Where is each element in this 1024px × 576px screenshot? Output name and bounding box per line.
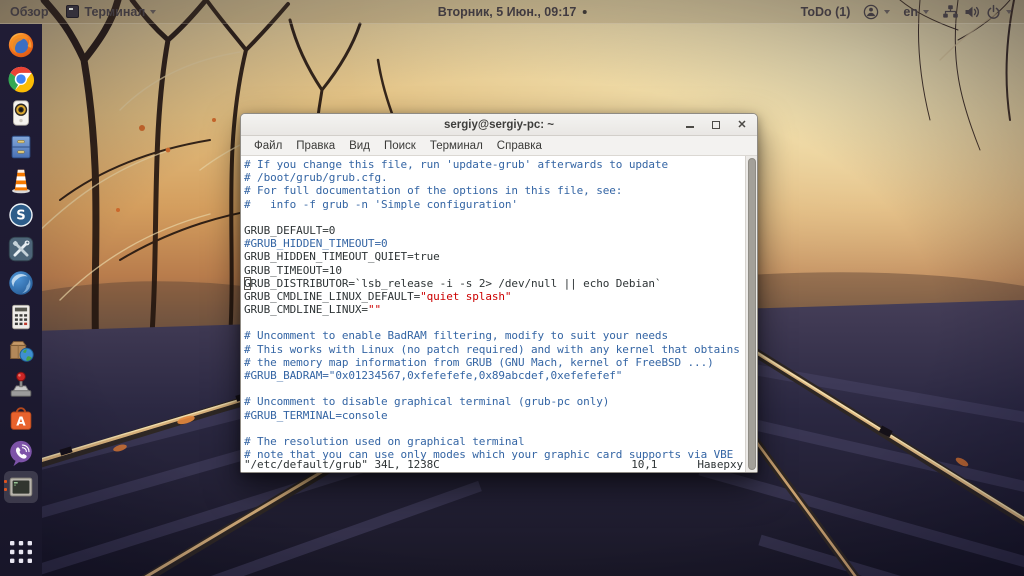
- terminal-line: [244, 316, 745, 329]
- system-menu[interactable]: [942, 4, 1012, 20]
- power-icon: [986, 4, 1001, 20]
- skype-icon[interactable]: S: [4, 199, 38, 231]
- volume-icon: [964, 4, 981, 20]
- software-center-icon[interactable]: A: [4, 403, 38, 435]
- music-player-icon[interactable]: [4, 97, 38, 129]
- terminal-line: #GRUB_HIDDEN_TIMEOUT=0: [244, 237, 745, 250]
- vlc-icon[interactable]: [4, 165, 38, 197]
- terminal-line: GRUB_HIDDEN_TIMEOUT_QUIET=true: [244, 250, 745, 263]
- window-title: sergiy@sergiy-pc: ~: [241, 119, 757, 131]
- terminal-line: #GRUB_BADRAM="0x01234567,0xfefefefe,0x89…: [244, 369, 745, 382]
- terminal-line: # If you change this file, run 'update-g…: [244, 158, 745, 171]
- maximize-button[interactable]: [711, 120, 721, 130]
- window-titlebar[interactable]: sergiy@sergiy-pc: ~ ✕: [241, 114, 757, 136]
- overview-label: Обзор: [10, 5, 48, 19]
- terminal-line: # The resolution used on graphical termi…: [244, 435, 745, 448]
- todo-indicator[interactable]: ToDo (1): [801, 5, 851, 19]
- terminal-line: GRUB_DISTRIBUTOR=`lsb_release -i -s 2> /…: [244, 277, 745, 290]
- terminal-menubar: ФайлПравкаВидПоискТерминалСправка: [241, 136, 757, 156]
- package-manager-icon[interactable]: [4, 335, 38, 367]
- todo-label: ToDo (1): [801, 5, 851, 19]
- terminal-line: # info -f grub -n 'Simple configuration': [244, 198, 745, 211]
- desktop: Обзор Терминал Вторник, 5 Июн., 09:17 To…: [0, 0, 1024, 576]
- vim-file-info: "/etc/default/grub" 34L, 1238C: [244, 458, 440, 471]
- terminal-line: [244, 211, 745, 224]
- app-menu-label: Терминал: [84, 5, 145, 19]
- menu-item-Поиск[interactable]: Поиск: [377, 138, 423, 154]
- svg-text:S: S: [16, 209, 25, 224]
- terminal-line: # Uncomment to disable graphical termina…: [244, 395, 745, 408]
- terminal-text: # If you change this file, run 'update-g…: [241, 156, 745, 472]
- dock: SA: [0, 24, 42, 576]
- chevron-down-icon: [150, 10, 156, 14]
- vim-status-line: "/etc/default/grub" 34L, 1238C 10,1 Наве…: [244, 458, 743, 471]
- user-icon: [863, 4, 879, 20]
- clock-menu[interactable]: Вторник, 5 Июн., 09:17: [438, 0, 587, 24]
- terminal-icon[interactable]: [4, 471, 38, 503]
- close-button[interactable]: ✕: [737, 120, 747, 130]
- terminal-app-icon: [66, 5, 79, 18]
- running-indicator-dot: [4, 480, 7, 483]
- terminal-line: GRUB_TIMEOUT=10: [244, 264, 745, 277]
- terminal-line: [244, 382, 745, 395]
- menu-item-Файл[interactable]: Файл: [247, 138, 289, 154]
- terminal-line: [244, 422, 745, 435]
- scrollbar[interactable]: [745, 156, 757, 472]
- firefox-icon[interactable]: [4, 29, 38, 61]
- chevron-down-icon: [923, 10, 929, 14]
- terminal-line: # the memory map information from GRUB (…: [244, 356, 745, 369]
- terminal-line: GRUB_DEFAULT=0: [244, 224, 745, 237]
- running-indicator-dot: [4, 488, 7, 491]
- terminal-line: # For full documentation of the options …: [244, 184, 745, 197]
- user-status-menu[interactable]: [863, 4, 890, 20]
- menu-item-Правка[interactable]: Правка: [289, 138, 342, 154]
- network-icon: [942, 4, 959, 20]
- terminal-line: GRUB_CMDLINE_LINUX="": [244, 303, 745, 316]
- lever-switch-icon[interactable]: [4, 369, 38, 401]
- thunderbird-icon[interactable]: [4, 267, 38, 299]
- language-label: en: [903, 5, 918, 19]
- terminal-line: #GRUB_TERMINAL=console: [244, 409, 745, 422]
- app-grid-icon[interactable]: [4, 536, 38, 568]
- terminal-line: # /boot/grub/grub.cfg.: [244, 171, 745, 184]
- terminal-line: GRUB_CMDLINE_LINUX_DEFAULT="quiet splash…: [244, 290, 745, 303]
- language-menu[interactable]: en: [903, 5, 929, 19]
- system-tools-icon[interactable]: [4, 233, 38, 265]
- menu-item-Терминал[interactable]: Терминал: [423, 138, 490, 154]
- vim-scroll-position: Наверху: [697, 458, 743, 471]
- viber-icon[interactable]: [4, 437, 38, 469]
- chevron-down-icon: [884, 10, 890, 14]
- terminal-window: sergiy@sergiy-pc: ~ ✕ ФайлПравкаВидПоиск…: [240, 113, 758, 473]
- overview-button[interactable]: Обзор: [10, 5, 48, 19]
- chrome-icon[interactable]: [4, 63, 38, 95]
- notification-dot-icon: [582, 10, 586, 14]
- calculator-icon[interactable]: [4, 301, 38, 333]
- terminal-screen[interactable]: # If you change this file, run 'update-g…: [241, 156, 757, 472]
- clock-label: Вторник, 5 Июн., 09:17: [438, 5, 577, 19]
- terminal-line: # This works with Linux (no patch requir…: [244, 343, 745, 356]
- svg-text:A: A: [16, 415, 26, 429]
- chevron-down-icon: [1006, 10, 1012, 14]
- menu-item-Вид[interactable]: Вид: [342, 138, 377, 154]
- top-bar: Обзор Терминал Вторник, 5 Июн., 09:17 To…: [0, 0, 1024, 24]
- menu-item-Справка[interactable]: Справка: [490, 138, 549, 154]
- file-cabinet-icon[interactable]: [4, 131, 38, 163]
- minimize-button[interactable]: [685, 120, 695, 130]
- app-menu[interactable]: Терминал: [66, 5, 156, 19]
- terminal-line: # Uncomment to enable BadRAM filtering, …: [244, 329, 745, 342]
- vim-cursor-position: 10,1: [631, 458, 657, 471]
- scrollbar-thumb[interactable]: [748, 158, 756, 470]
